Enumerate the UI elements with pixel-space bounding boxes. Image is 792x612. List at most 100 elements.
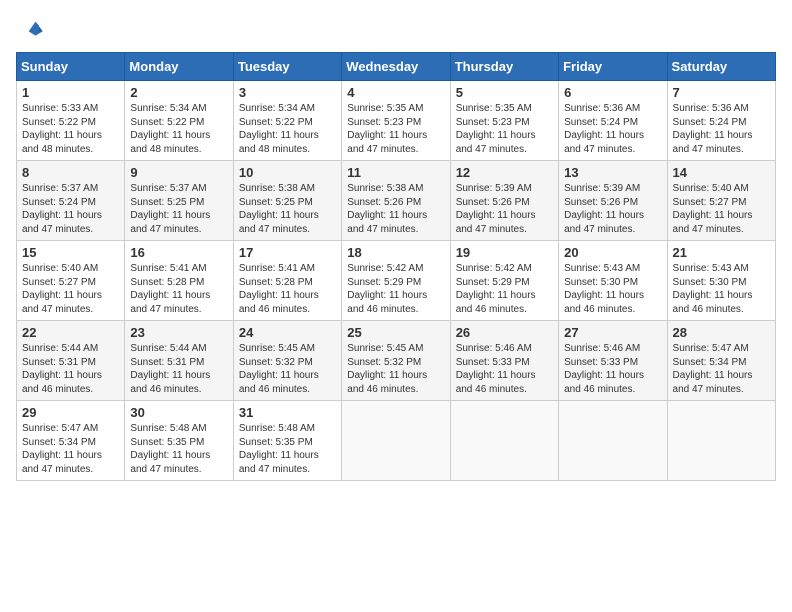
logo-icon bbox=[16, 16, 44, 44]
calendar-cell: 3 Sunrise: 5:34 AM Sunset: 5:22 PM Daylig… bbox=[233, 81, 341, 161]
calendar-cell bbox=[450, 401, 558, 481]
calendar-cell bbox=[342, 401, 450, 481]
day-info: Sunrise: 5:44 AM Sunset: 5:31 PM Dayligh… bbox=[22, 342, 119, 396]
calendar-week-4: 22 Sunrise: 5:44 AM Sunset: 5:31 PM Dayli… bbox=[17, 321, 776, 401]
day-info: Sunrise: 5:35 AM Sunset: 5:23 PM Dayligh… bbox=[347, 102, 444, 156]
calendar-cell: 12 Sunrise: 5:39 AM Sunset: 5:26 PM Dayli… bbox=[450, 161, 558, 241]
day-number: 19 bbox=[456, 245, 553, 260]
calendar-week-1: 1 Sunrise: 5:33 AM Sunset: 5:22 PM Daylig… bbox=[17, 81, 776, 161]
day-number: 30 bbox=[130, 405, 227, 420]
header-day-saturday: Saturday bbox=[667, 53, 775, 81]
calendar-cell bbox=[559, 401, 667, 481]
day-number: 31 bbox=[239, 405, 336, 420]
day-number: 2 bbox=[130, 85, 227, 100]
day-info: Sunrise: 5:48 AM Sunset: 5:35 PM Dayligh… bbox=[130, 422, 227, 476]
day-info: Sunrise: 5:45 AM Sunset: 5:32 PM Dayligh… bbox=[347, 342, 444, 396]
calendar-cell: 4Sunrise: 5:35 AM Sunset: 5:23 PM Daylig… bbox=[342, 81, 450, 161]
calendar-header-row: SundayMondayTuesdayWednesdayThursdayFrid… bbox=[17, 53, 776, 81]
header-day-wednesday: Wednesday bbox=[342, 53, 450, 81]
day-number: 16 bbox=[130, 245, 227, 260]
day-number: 28 bbox=[673, 325, 770, 340]
calendar-cell: 6 Sunrise: 5:36 AM Sunset: 5:24 PM Daylig… bbox=[559, 81, 667, 161]
day-info: Sunrise: 5:35 AM Sunset: 5:23 PM Dayligh… bbox=[456, 102, 553, 156]
day-info: Sunrise: 5:38 AM Sunset: 5:25 PM Dayligh… bbox=[239, 182, 336, 236]
day-number: 14 bbox=[673, 165, 770, 180]
day-number: 1 bbox=[22, 85, 119, 100]
day-info: Sunrise: 5:37 AM Sunset: 5:25 PM Dayligh… bbox=[130, 182, 227, 236]
calendar-table: SundayMondayTuesdayWednesdayThursdayFrid… bbox=[16, 52, 776, 481]
day-number: 24 bbox=[239, 325, 336, 340]
day-number: 6 bbox=[564, 85, 661, 100]
day-number: 23 bbox=[130, 325, 227, 340]
header-day-thursday: Thursday bbox=[450, 53, 558, 81]
day-info: Sunrise: 5:46 AM Sunset: 5:33 PM Dayligh… bbox=[456, 342, 553, 396]
calendar-cell: 19Sunrise: 5:42 AM Sunset: 5:29 PM Dayli… bbox=[450, 241, 558, 321]
calendar-cell: 7 Sunrise: 5:36 AM Sunset: 5:24 PM Daylig… bbox=[667, 81, 775, 161]
calendar-cell: 29Sunrise: 5:47 AM Sunset: 5:34 PM Dayli… bbox=[17, 401, 125, 481]
day-info: Sunrise: 5:45 AM Sunset: 5:32 PM Dayligh… bbox=[239, 342, 336, 396]
day-info: Sunrise: 5:40 AM Sunset: 5:27 PM Dayligh… bbox=[22, 262, 119, 316]
day-info: Sunrise: 5:41 AM Sunset: 5:28 PM Dayligh… bbox=[130, 262, 227, 316]
day-info: Sunrise: 5:34 AM Sunset: 5:22 PM Dayligh… bbox=[239, 102, 336, 156]
day-number: 26 bbox=[456, 325, 553, 340]
calendar-cell: 22 Sunrise: 5:44 AM Sunset: 5:31 PM Dayli… bbox=[17, 321, 125, 401]
day-info: Sunrise: 5:36 AM Sunset: 5:24 PM Dayligh… bbox=[673, 102, 770, 156]
day-info: Sunrise: 5:39 AM Sunset: 5:26 PM Dayligh… bbox=[564, 182, 661, 236]
day-number: 13 bbox=[564, 165, 661, 180]
calendar-week-2: 8 Sunrise: 5:37 AM Sunset: 5:24 PM Daylig… bbox=[17, 161, 776, 241]
calendar-cell: 25Sunrise: 5:45 AM Sunset: 5:32 PM Dayli… bbox=[342, 321, 450, 401]
header-day-sunday: Sunday bbox=[17, 53, 125, 81]
day-info: Sunrise: 5:46 AM Sunset: 5:33 PM Dayligh… bbox=[564, 342, 661, 396]
calendar-cell: 20 Sunrise: 5:43 AM Sunset: 5:30 PM Dayli… bbox=[559, 241, 667, 321]
day-number: 18 bbox=[347, 245, 444, 260]
day-info: Sunrise: 5:47 AM Sunset: 5:34 PM Dayligh… bbox=[22, 422, 119, 476]
header-day-friday: Friday bbox=[559, 53, 667, 81]
calendar-cell: 14 Sunrise: 5:40 AM Sunset: 5:27 PM Dayli… bbox=[667, 161, 775, 241]
calendar-cell: 17Sunrise: 5:41 AM Sunset: 5:28 PM Dayli… bbox=[233, 241, 341, 321]
calendar-cell: 2 Sunrise: 5:34 AM Sunset: 5:22 PM Daylig… bbox=[125, 81, 233, 161]
calendar-cell: 9 Sunrise: 5:37 AM Sunset: 5:25 PM Daylig… bbox=[125, 161, 233, 241]
day-number: 17 bbox=[239, 245, 336, 260]
header-day-tuesday: Tuesday bbox=[233, 53, 341, 81]
day-number: 8 bbox=[22, 165, 119, 180]
day-info: Sunrise: 5:38 AM Sunset: 5:26 PM Dayligh… bbox=[347, 182, 444, 236]
calendar-week-5: 29Sunrise: 5:47 AM Sunset: 5:34 PM Dayli… bbox=[17, 401, 776, 481]
day-info: Sunrise: 5:37 AM Sunset: 5:24 PM Dayligh… bbox=[22, 182, 119, 236]
calendar-cell: 13 Sunrise: 5:39 AM Sunset: 5:26 PM Dayli… bbox=[559, 161, 667, 241]
day-info: Sunrise: 5:43 AM Sunset: 5:30 PM Dayligh… bbox=[673, 262, 770, 316]
day-info: Sunrise: 5:36 AM Sunset: 5:24 PM Dayligh… bbox=[564, 102, 661, 156]
day-number: 5 bbox=[456, 85, 553, 100]
day-info: Sunrise: 5:40 AM Sunset: 5:27 PM Dayligh… bbox=[673, 182, 770, 236]
day-info: Sunrise: 5:44 AM Sunset: 5:31 PM Dayligh… bbox=[130, 342, 227, 396]
calendar-cell: 11 Sunrise: 5:38 AM Sunset: 5:26 PM Dayli… bbox=[342, 161, 450, 241]
logo bbox=[16, 16, 48, 44]
calendar-cell: 26 Sunrise: 5:46 AM Sunset: 5:33 PM Dayli… bbox=[450, 321, 558, 401]
day-number: 22 bbox=[22, 325, 119, 340]
day-number: 15 bbox=[22, 245, 119, 260]
header-day-monday: Monday bbox=[125, 53, 233, 81]
calendar-cell: 21 Sunrise: 5:43 AM Sunset: 5:30 PM Dayli… bbox=[667, 241, 775, 321]
day-number: 9 bbox=[130, 165, 227, 180]
day-info: Sunrise: 5:39 AM Sunset: 5:26 PM Dayligh… bbox=[456, 182, 553, 236]
day-number: 27 bbox=[564, 325, 661, 340]
calendar-cell: 8 Sunrise: 5:37 AM Sunset: 5:24 PM Daylig… bbox=[17, 161, 125, 241]
calendar-cell: 23 Sunrise: 5:44 AM Sunset: 5:31 PM Dayli… bbox=[125, 321, 233, 401]
day-info: Sunrise: 5:43 AM Sunset: 5:30 PM Dayligh… bbox=[564, 262, 661, 316]
day-info: Sunrise: 5:48 AM Sunset: 5:35 PM Dayligh… bbox=[239, 422, 336, 476]
day-info: Sunrise: 5:33 AM Sunset: 5:22 PM Dayligh… bbox=[22, 102, 119, 156]
calendar-cell: 30 Sunrise: 5:48 AM Sunset: 5:35 PM Dayli… bbox=[125, 401, 233, 481]
day-number: 20 bbox=[564, 245, 661, 260]
calendar-cell: 10Sunrise: 5:38 AM Sunset: 5:25 PM Dayli… bbox=[233, 161, 341, 241]
calendar-cell bbox=[667, 401, 775, 481]
day-number: 3 bbox=[239, 85, 336, 100]
calendar-cell: 1 Sunrise: 5:33 AM Sunset: 5:22 PM Daylig… bbox=[17, 81, 125, 161]
calendar-cell: 18Sunrise: 5:42 AM Sunset: 5:29 PM Dayli… bbox=[342, 241, 450, 321]
day-number: 7 bbox=[673, 85, 770, 100]
day-info: Sunrise: 5:47 AM Sunset: 5:34 PM Dayligh… bbox=[673, 342, 770, 396]
calendar-cell: 31 Sunrise: 5:48 AM Sunset: 5:35 PM Dayli… bbox=[233, 401, 341, 481]
day-number: 21 bbox=[673, 245, 770, 260]
day-number: 11 bbox=[347, 165, 444, 180]
day-info: Sunrise: 5:34 AM Sunset: 5:22 PM Dayligh… bbox=[130, 102, 227, 156]
calendar-cell: 16 Sunrise: 5:41 AM Sunset: 5:28 PM Dayli… bbox=[125, 241, 233, 321]
day-number: 12 bbox=[456, 165, 553, 180]
